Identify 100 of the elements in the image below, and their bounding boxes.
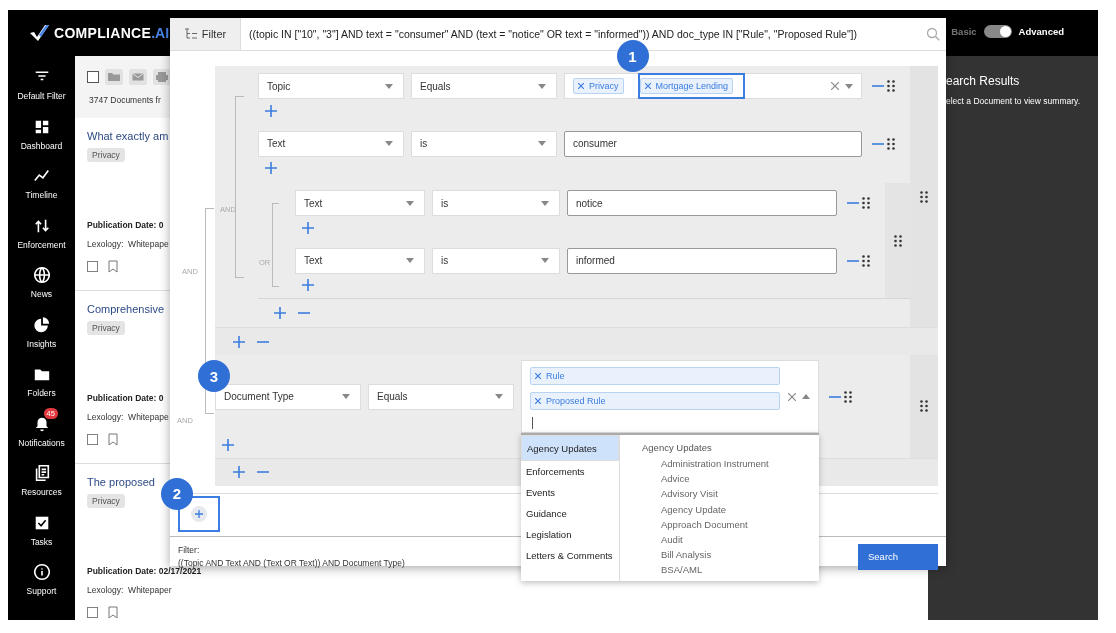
drag-handle-icon[interactable] <box>887 80 895 92</box>
option-item[interactable]: Advice <box>642 471 819 487</box>
category-item[interactable]: Guidance <box>521 503 619 524</box>
mail-icon[interactable] <box>129 69 147 85</box>
tag-chip[interactable]: Proposed Rule <box>530 391 780 410</box>
drag-handle-icon[interactable] <box>862 197 870 209</box>
document-title-link[interactable]: What exactly am <box>87 130 169 142</box>
drag-handle-icon[interactable] <box>862 254 870 267</box>
tag-chip[interactable]: Privacy <box>573 78 624 94</box>
search-icon[interactable] <box>926 27 940 41</box>
category-item[interactable]: Letters & Comments <box>521 545 619 566</box>
sidebar-item[interactable]: Timeline <box>8 160 75 210</box>
add-rule-button[interactable] <box>220 436 236 453</box>
add-rule-button[interactable] <box>263 159 279 177</box>
caret-icon <box>385 141 393 146</box>
plus-icon <box>191 505 207 522</box>
option-item[interactable]: Advisory Visit <box>642 486 819 502</box>
caret-icon <box>342 394 350 399</box>
checkbox-icon[interactable] <box>87 434 98 445</box>
bookmark-icon[interactable] <box>108 433 118 446</box>
value-input[interactable]: notice <box>567 190 837 216</box>
panel-title: earch Results <box>946 74 1021 88</box>
text-cursor <box>532 416 533 429</box>
operator-select[interactable]: Equals <box>411 73 557 99</box>
filter-label: Filter <box>170 18 241 50</box>
sidebar-item[interactable]: Default Filter <box>8 61 75 111</box>
clear-icon[interactable] <box>788 392 796 401</box>
plus-icon <box>265 162 277 174</box>
tag-chip[interactable]: Rule <box>530 366 780 385</box>
option-item[interactable]: Administration Instrument <box>642 456 819 472</box>
bookmark-icon[interactable] <box>108 260 118 273</box>
operator-select[interactable]: is <box>411 130 557 157</box>
option-item[interactable]: BSA/AML <box>642 562 819 578</box>
logo-check-icon <box>30 25 50 41</box>
sidebar-item[interactable]: Insights <box>8 308 75 358</box>
sidebar-item[interactable]: Folders <box>8 358 75 408</box>
mode-toggle[interactable] <box>983 24 1012 38</box>
checkbox-icon[interactable] <box>87 261 98 272</box>
field-select[interactable]: Document Type <box>215 383 361 410</box>
field-select[interactable]: Text <box>258 130 404 157</box>
category-item[interactable]: Enforcements <box>521 461 619 482</box>
remove-icon[interactable] <box>535 372 541 379</box>
category-item[interactable]: Legislation <box>521 524 619 545</box>
checkbox-icon[interactable] <box>87 607 98 618</box>
field-select[interactable]: Text <box>295 247 425 274</box>
bookmark-icon[interactable] <box>108 606 118 619</box>
add-button[interactable] <box>231 333 247 350</box>
value-input[interactable]: informed <box>567 247 837 274</box>
drag-handle-icon[interactable] <box>920 190 928 203</box>
operator-select[interactable]: is <box>432 190 560 216</box>
field-select[interactable]: Text <box>295 190 425 216</box>
plus-icon <box>274 307 286 319</box>
option-item[interactable]: Agency Update <box>642 501 819 517</box>
tag-chip[interactable]: Mortgage Lending <box>639 78 734 94</box>
option-item[interactable]: Approach Document <box>642 516 819 532</box>
drag-handle-icon[interactable] <box>893 234 902 247</box>
add-button[interactable] <box>272 305 288 321</box>
sidebar-item[interactable]: News <box>8 259 75 309</box>
checkbox-icon[interactable] <box>87 71 99 83</box>
document-title-link[interactable]: Comprehensive <box>87 303 165 315</box>
operator-select[interactable]: Equals <box>368 383 514 410</box>
sidebar-item[interactable]: Resources <box>8 457 75 507</box>
plus-icon <box>302 279 314 291</box>
sidebar-item[interactable]: Support <box>8 556 75 606</box>
option-group-title: Agency Updates <box>642 442 713 453</box>
clear-icon[interactable] <box>831 82 839 90</box>
search-button[interactable]: Search <box>858 543 938 570</box>
sidebar-item[interactable]: Tasks <box>8 506 75 556</box>
drag-handle-icon[interactable] <box>920 400 928 413</box>
add-rule-button[interactable] <box>300 276 316 294</box>
caret-icon[interactable] <box>845 83 853 89</box>
value-multiselect[interactable]: Rule Proposed Rule <box>521 360 819 433</box>
option-item[interactable]: Audit <box>642 532 819 548</box>
sidebar-icon <box>32 315 51 334</box>
document-title-link[interactable]: The proposed <box>87 476 155 488</box>
sidebar-icon <box>32 266 51 284</box>
drag-handle-icon[interactable] <box>844 390 852 403</box>
remove-icon[interactable] <box>578 83 584 89</box>
add-rule-button[interactable] <box>300 219 316 236</box>
document-source: Lexology: Whitepaper <box>87 585 172 595</box>
caret-icon <box>538 83 546 89</box>
category-item[interactable]: Agency Updates <box>521 435 619 461</box>
caret-icon[interactable] <box>802 394 810 399</box>
printer-icon[interactable] <box>153 69 171 85</box>
option-item[interactable]: Bill Analysis <box>642 547 819 563</box>
remove-icon[interactable] <box>535 397 541 404</box>
field-select[interactable]: Topic <box>258 73 404 99</box>
folder-icon[interactable] <box>105 69 123 85</box>
value-input[interactable]: consumer <box>564 130 862 157</box>
operator-select[interactable]: is <box>432 247 560 274</box>
remove-icon[interactable] <box>644 83 651 89</box>
publication-date: Publication Date: 0 <box>87 393 164 403</box>
category-item[interactable]: Events <box>521 482 619 503</box>
sidebar-item[interactable]: Dashboard <box>8 110 75 160</box>
drag-handle-icon[interactable] <box>887 137 895 150</box>
add-rule-button[interactable] <box>263 102 279 119</box>
sidebar-item[interactable]: Enforcement <box>8 209 75 259</box>
caret-icon <box>406 200 414 206</box>
add-button[interactable] <box>231 464 247 480</box>
caret-icon <box>541 258 549 263</box>
